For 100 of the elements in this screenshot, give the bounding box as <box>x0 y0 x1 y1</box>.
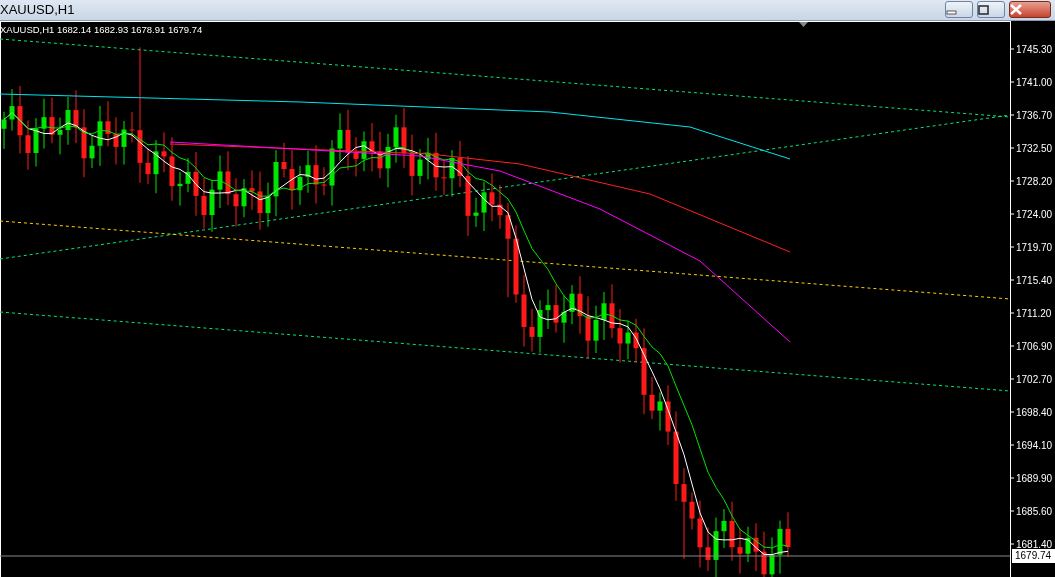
candlestick <box>33 117 39 167</box>
axis-tick <box>1009 477 1015 479</box>
candlestick <box>457 140 463 188</box>
candlestick <box>265 182 271 228</box>
candlestick <box>305 150 311 194</box>
close-button[interactable] <box>1009 1 1051 18</box>
price-label: 1681.40 <box>1016 539 1053 550</box>
price-label: 1736.70 <box>1016 110 1053 121</box>
candlestick <box>609 283 615 339</box>
candlestick <box>177 171 183 207</box>
candlestick <box>1 111 7 150</box>
candlestick <box>41 98 47 150</box>
candlestick <box>89 135 95 169</box>
candlestick <box>705 527 711 572</box>
price-label: 1724.00 <box>1016 209 1053 220</box>
candlestick <box>65 96 71 146</box>
candlestick <box>441 159 447 196</box>
candlestick <box>121 120 127 165</box>
price-label: 1694.10 <box>1016 440 1053 451</box>
candlestick <box>113 116 119 165</box>
axis-tick <box>1009 378 1015 380</box>
candlestick <box>409 134 415 196</box>
candlestick <box>49 97 55 144</box>
candlestick <box>537 299 543 354</box>
axis-tick <box>1009 411 1015 413</box>
current-price-tag: 1679.74 <box>1012 549 1055 563</box>
candlestick <box>217 154 223 209</box>
candlestick <box>585 295 591 359</box>
candlestick <box>313 144 319 205</box>
axis-tick <box>1009 444 1015 446</box>
candlestick <box>289 149 295 211</box>
price-label: 1711.20 <box>1016 308 1052 319</box>
candlestick <box>201 177 207 230</box>
price-label: 1741.00 <box>1016 77 1053 88</box>
candlestick <box>569 284 575 325</box>
candlestick <box>329 139 335 207</box>
candlestick <box>561 294 567 344</box>
price-label: 1689.90 <box>1016 473 1053 484</box>
candlestick <box>553 284 559 333</box>
candlestick <box>417 148 423 185</box>
window-title: XAUUSD,H1 <box>0 1 76 19</box>
minimize-button[interactable] <box>945 1 973 18</box>
candlestick <box>369 122 375 172</box>
candlestick <box>209 180 215 233</box>
candlestick <box>497 184 503 230</box>
candlestick <box>97 105 103 167</box>
candlestick <box>601 291 607 341</box>
candlestick <box>57 117 63 155</box>
candlestick <box>297 165 303 206</box>
candlestick <box>449 149 455 198</box>
price-label: 1685.60 <box>1016 506 1053 517</box>
candlestick <box>625 320 631 360</box>
candlestick <box>529 308 535 353</box>
candlestick <box>241 178 247 218</box>
candlestick <box>105 100 111 147</box>
candlestick <box>633 318 639 364</box>
candlestick <box>761 531 767 577</box>
candlestick <box>745 526 751 563</box>
axis-tick <box>1009 312 1015 314</box>
candlestick <box>593 305 599 354</box>
candlestick <box>481 181 487 232</box>
candlestick <box>545 289 551 330</box>
candlestick <box>153 139 159 194</box>
candlestick <box>257 171 263 231</box>
candlestick <box>25 119 31 171</box>
candlestick <box>345 109 351 171</box>
candlestick <box>769 536 775 577</box>
candlestick <box>185 157 191 193</box>
candlestick <box>337 112 343 162</box>
candlestick <box>9 88 15 132</box>
candlestick <box>433 132 439 192</box>
axis-tick <box>1009 543 1015 545</box>
candlestick <box>249 169 255 211</box>
candlestick <box>729 501 735 562</box>
candlestick <box>145 147 151 185</box>
candlestick <box>657 391 663 432</box>
price-label: 1702.70 <box>1016 374 1053 385</box>
candlestick <box>129 111 135 143</box>
candlestick <box>649 376 655 420</box>
axis-tick <box>1009 345 1015 347</box>
candlestick <box>273 149 279 217</box>
candlestick <box>281 142 287 178</box>
candlestick <box>161 131 167 173</box>
chart-legend: XAUUSD,H1 1682.14 1682.93 1678.91 1679.74 <box>0 23 203 38</box>
candlestick <box>353 136 359 177</box>
candlestick <box>489 173 495 222</box>
candlestick <box>401 107 407 169</box>
price-label: 1698.40 <box>1016 407 1053 418</box>
restore-button[interactable] <box>977 1 1005 18</box>
axis-tick <box>1009 213 1015 215</box>
candlestick <box>225 150 231 206</box>
candlestick <box>233 177 239 227</box>
candlestick <box>321 166 327 196</box>
candlestick <box>665 384 671 446</box>
candlestick <box>697 500 703 568</box>
axis-tick <box>1009 48 1015 50</box>
axis-tick <box>1009 81 1015 83</box>
restore-icon <box>978 4 989 15</box>
candlestick <box>81 108 87 178</box>
candlestick <box>385 133 391 188</box>
